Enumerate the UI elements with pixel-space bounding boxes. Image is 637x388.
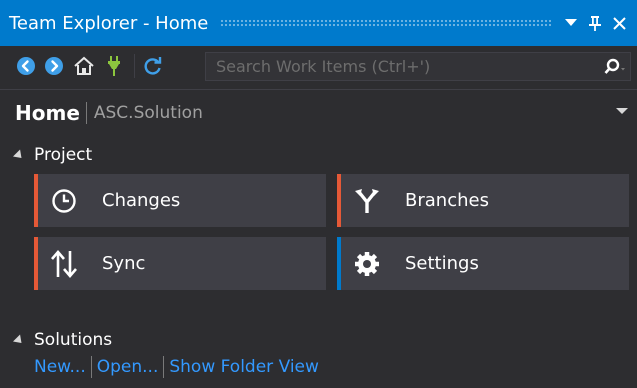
show-folder-view-link[interactable]: Show Folder View <box>169 357 319 377</box>
tile-accent-bar <box>34 237 38 290</box>
tile-accent-bar <box>337 174 341 227</box>
search-box <box>205 52 631 81</box>
page-title[interactable]: Home <box>0 101 80 125</box>
back-button[interactable] <box>14 52 38 80</box>
home-button[interactable] <box>72 52 96 80</box>
title-bar-grip[interactable] <box>220 18 551 28</box>
back-arrow-icon <box>17 57 35 75</box>
collapse-triangle-icon <box>12 334 26 347</box>
header-divider <box>85 101 87 124</box>
tile-accent-bar <box>34 174 38 227</box>
window-title: Team Explorer - Home <box>9 12 209 34</box>
sync-tile[interactable]: Sync <box>34 237 326 290</box>
search-button[interactable] <box>600 53 630 80</box>
branch-icon <box>347 182 387 219</box>
solutions-links: New... Open... Show Folder View <box>34 356 319 378</box>
window-options-dropdown-button[interactable] <box>559 8 583 38</box>
toolbar <box>0 46 637 86</box>
close-button[interactable] <box>607 8 631 38</box>
home-icon <box>74 56 94 75</box>
solutions-heading: Solutions <box>34 330 113 350</box>
connect-button[interactable] <box>102 52 126 80</box>
new-solution-link[interactable]: New... <box>34 357 86 377</box>
tile-accent-bar <box>337 237 341 290</box>
forward-button[interactable] <box>42 52 66 80</box>
sync-label: Sync <box>102 253 146 274</box>
settings-label: Settings <box>405 253 479 274</box>
pin-button[interactable] <box>583 8 607 38</box>
gear-icon <box>347 245 387 282</box>
page-header: Home ASC.Solution <box>0 89 637 135</box>
clock-icon <box>44 182 84 219</box>
branches-label: Branches <box>405 190 489 211</box>
settings-tile[interactable]: Settings <box>337 237 629 290</box>
page-menu-button[interactable] <box>613 102 631 120</box>
search-input[interactable] <box>206 53 600 80</box>
search-icon <box>604 58 625 74</box>
close-icon <box>612 16 626 30</box>
triangle-down-icon <box>616 107 628 114</box>
changes-label: Changes <box>102 190 181 211</box>
collapse-triangle-icon <box>12 149 26 162</box>
pin-icon <box>589 16 601 31</box>
solutions-section-header[interactable]: Solutions <box>12 330 113 350</box>
refresh-button[interactable] <box>141 52 165 80</box>
open-solution-link[interactable]: Open... <box>97 357 159 377</box>
refresh-icon <box>144 57 162 75</box>
title-bar: Team Explorer - Home <box>0 0 637 46</box>
project-heading: Project <box>34 145 93 165</box>
changes-tile[interactable]: Changes <box>34 174 326 227</box>
branches-tile[interactable]: Branches <box>337 174 629 227</box>
triangle-down-icon <box>565 19 577 26</box>
toolbar-separator <box>134 54 135 78</box>
plug-icon <box>108 56 120 76</box>
forward-arrow-icon <box>45 57 63 75</box>
link-divider <box>90 356 92 378</box>
sync-arrows-icon <box>44 245 84 282</box>
project-section-header[interactable]: Project <box>12 145 93 165</box>
link-divider <box>163 356 165 378</box>
solution-name: ASC.Solution <box>93 102 203 123</box>
